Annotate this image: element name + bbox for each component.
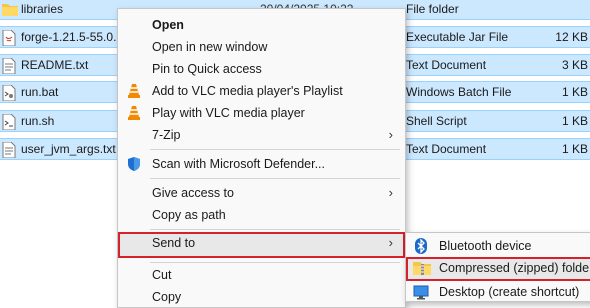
file-type: File folder: [406, 2, 459, 16]
menu-item-copy-path[interactable]: Copy as path: [118, 204, 405, 226]
send-to-compressed-folder[interactable]: Compressed (zipped) folder: [406, 257, 590, 281]
menu-item-label: 7-Zip: [152, 128, 181, 142]
context-menu: Open Open in new window Pin to Quick acc…: [117, 8, 406, 308]
text-file-icon: [2, 141, 16, 159]
menu-item-label: Open: [152, 18, 184, 32]
file-size: 1 KB: [561, 142, 588, 156]
menu-item-label: Send to: [152, 236, 196, 250]
menu-separator: [150, 229, 400, 230]
vlc-cone-icon: [126, 83, 142, 99]
menu-item-copy[interactable]: Copy: [118, 286, 405, 308]
text-file-icon: [2, 57, 16, 75]
file-name: run.bat: [21, 85, 59, 99]
file-type: Executable Jar File: [406, 30, 509, 44]
menu-item-label: Pin to Quick access: [152, 62, 262, 76]
menu-item-label: Cut: [152, 268, 172, 282]
menu-item-vlc-playlist[interactable]: Add to VLC media player's Playlist: [118, 80, 405, 102]
script-file-icon: [2, 113, 16, 131]
file-type: Shell Script: [406, 114, 467, 128]
file-size: 1 KB: [561, 85, 588, 99]
submenu-item-label: Desktop (create shortcut): [439, 285, 580, 299]
file-size: 3 KB: [561, 58, 588, 72]
file-size: 1 KB: [561, 114, 588, 128]
file-name: user_jvm_args.txt: [21, 142, 116, 156]
send-to-bluetooth[interactable]: Bluetooth device: [406, 235, 590, 257]
menu-item-label: Copy as path: [152, 208, 226, 222]
menu-item-defender[interactable]: Scan with Microsoft Defender...: [118, 153, 405, 175]
menu-item-label: Add to VLC media player's Playlist: [152, 84, 343, 98]
submenu-item-label: Compressed (zipped) folder: [439, 261, 590, 275]
desktop-icon: [413, 284, 429, 300]
menu-separator: [150, 178, 400, 179]
send-to-submenu: Bluetooth device Compressed (zipped) fol…: [405, 232, 590, 302]
jar-file-icon: [2, 29, 16, 47]
batch-file-icon: [2, 84, 16, 102]
menu-item-label: Open in new window: [152, 40, 268, 54]
menu-item-vlc-play[interactable]: Play with VLC media player: [118, 102, 405, 124]
menu-item-open[interactable]: Open: [118, 14, 405, 36]
folder-icon: [2, 2, 18, 17]
file-name: forge-1.21.5-55.0.9: [21, 30, 124, 44]
file-size: 12 KB: [555, 30, 588, 44]
menu-item-label: Scan with Microsoft Defender...: [152, 157, 325, 171]
submenu-item-label: Bluetooth device: [439, 239, 532, 253]
file-name: run.sh: [21, 114, 55, 128]
zip-folder-icon: [413, 260, 431, 276]
menu-item-cut[interactable]: Cut: [118, 264, 405, 286]
menu-item-send-to[interactable]: Send to ›: [118, 232, 405, 258]
chevron-right-icon: ›: [388, 127, 393, 142]
send-to-desktop[interactable]: Desktop (create shortcut): [406, 281, 590, 303]
menu-item-pin-quick-access[interactable]: Pin to Quick access: [118, 58, 405, 80]
menu-item-label: Copy: [152, 290, 182, 304]
menu-item-give-access[interactable]: Give access to ›: [118, 182, 405, 204]
file-type: Text Document: [406, 142, 487, 156]
chevron-right-icon: ›: [388, 185, 393, 200]
menu-item-label: Give access to: [152, 186, 234, 200]
menu-separator: [150, 262, 400, 263]
shield-icon: [126, 156, 142, 172]
menu-separator: [150, 149, 400, 150]
file-name: README.txt: [21, 58, 89, 72]
menu-item-label: Play with VLC media player: [152, 106, 305, 120]
file-type: Text Document: [406, 58, 487, 72]
file-type: Windows Batch File: [406, 85, 512, 99]
chevron-right-icon: ›: [388, 235, 393, 250]
bluetooth-icon: [413, 238, 429, 254]
menu-item-open-new-window[interactable]: Open in new window: [118, 36, 405, 58]
vlc-cone-icon: [126, 105, 142, 121]
menu-item-7zip[interactable]: 7-Zip ›: [118, 124, 405, 146]
file-name: libraries: [21, 2, 64, 16]
